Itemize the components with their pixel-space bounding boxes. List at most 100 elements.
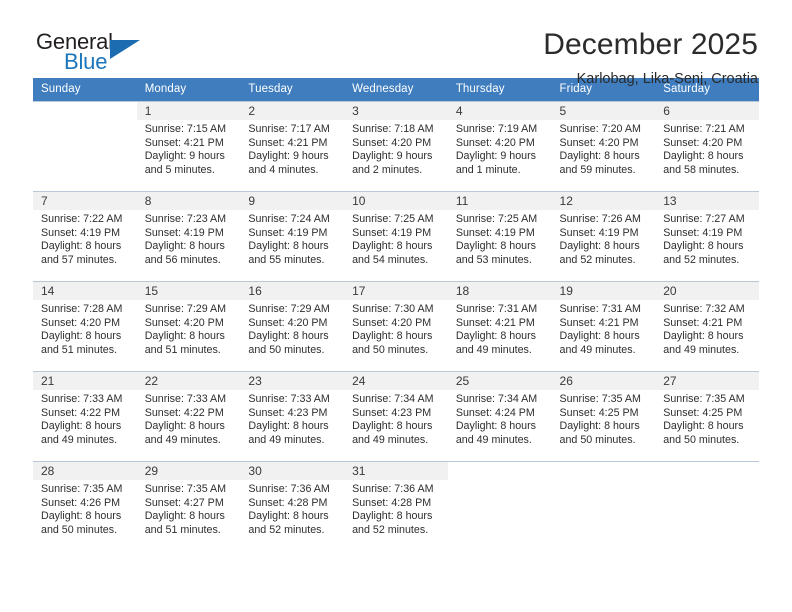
calendar-day-cell[interactable]: 24 Sunrise: 7:34 AM Sunset: 4:23 PM Dayligh… bbox=[344, 371, 448, 462]
daylight-text-line1: Daylight: 8 hours bbox=[144, 240, 225, 253]
daylight-text-line2: and 49 minutes. bbox=[248, 433, 325, 446]
calendar-day-cell[interactable]: 19 Sunrise: 7:31 AM Sunset: 4:21 PM Dayligh… bbox=[551, 281, 656, 372]
day-cell-content: 27 Sunrise: 7:35 AM Sunset: 4:25 PM Dayligh… bbox=[655, 372, 759, 461]
day-number: 28 bbox=[33, 462, 137, 480]
calendar-day-cell[interactable]: 10 Sunrise: 7:25 AM Sunset: 4:19 PM Dayligh… bbox=[344, 191, 448, 282]
sunrise-text: Sunrise: 7:35 AM bbox=[559, 393, 641, 405]
day-number: 21 bbox=[33, 372, 137, 390]
calendar-day-cell[interactable]: 11 Sunrise: 7:25 AM Sunset: 4:19 PM Dayligh… bbox=[447, 191, 552, 282]
calendar-day-cell[interactable]: 22 Sunrise: 7:33 AM Sunset: 4:22 PM Dayligh… bbox=[136, 371, 241, 462]
day-number: 12 bbox=[551, 192, 656, 210]
day-details: Sunrise: 7:33 AM Sunset: 4:22 PM Daylight:… bbox=[137, 390, 241, 447]
daylight-text-line2: and 49 minutes. bbox=[455, 433, 532, 446]
sunrise-text: Sunrise: 7:25 AM bbox=[455, 213, 538, 225]
sunset-text: Sunset: 4:21 PM bbox=[559, 316, 639, 329]
sunset-text: Sunset: 4:22 PM bbox=[144, 406, 224, 419]
weekday-header-monday: Monday bbox=[136, 78, 241, 102]
calendar-day-cell[interactable]: 15 Sunrise: 7:29 AM Sunset: 4:20 PM Dayligh… bbox=[136, 281, 241, 372]
day-details: Sunrise: 7:35 AM Sunset: 4:25 PM Daylight:… bbox=[552, 390, 656, 447]
sunset-text: Sunset: 4:20 PM bbox=[663, 136, 743, 149]
day-number: 23 bbox=[240, 372, 345, 390]
sunrise-text: Sunrise: 7:24 AM bbox=[248, 213, 330, 225]
daylight-text-line2: and 51 minutes. bbox=[144, 343, 221, 356]
calendar-day-cell[interactable]: 1 Sunrise: 7:15 AM Sunset: 4:21 PM Daylight… bbox=[136, 101, 241, 192]
daylight-text-line2: and 49 minutes. bbox=[559, 343, 636, 356]
sunrise-text: Sunrise: 7:19 AM bbox=[455, 123, 538, 135]
calendar-day-cell[interactable]: 3 Sunrise: 7:18 AM Sunset: 4:20 PM Daylight… bbox=[344, 101, 448, 192]
calendar-day-cell[interactable]: 4 Sunrise: 7:19 AM Sunset: 4:20 PM Daylight… bbox=[447, 101, 552, 192]
daylight-text-line1: Daylight: 9 hours bbox=[144, 150, 225, 163]
daylight-text-line2: and 58 minutes. bbox=[663, 163, 740, 176]
day-number: 14 bbox=[33, 282, 137, 300]
sunset-text: Sunset: 4:25 PM bbox=[663, 406, 743, 419]
calendar-day-cell[interactable]: 30 Sunrise: 7:36 AM Sunset: 4:28 PM Dayligh… bbox=[240, 461, 345, 552]
calendar-day-cell[interactable]: 9 Sunrise: 7:24 AM Sunset: 4:19 PM Daylight… bbox=[240, 191, 345, 282]
sunset-text: Sunset: 4:19 PM bbox=[663, 226, 743, 239]
sunrise-text: Sunrise: 7:34 AM bbox=[455, 393, 538, 405]
calendar-day-cell[interactable]: 13 Sunrise: 7:27 AM Sunset: 4:19 PM Dayligh… bbox=[655, 191, 759, 282]
daylight-text-line1: Daylight: 8 hours bbox=[559, 240, 640, 253]
calendar-day-cell[interactable]: 2 Sunrise: 7:17 AM Sunset: 4:21 PM Daylight… bbox=[240, 101, 345, 192]
day-details: Sunrise: 7:27 AM Sunset: 4:19 PM Daylight:… bbox=[655, 210, 759, 267]
calendar-week-row: 21 Sunrise: 7:33 AM Sunset: 4:22 PM Dayligh… bbox=[33, 371, 759, 462]
calendar-day-cell[interactable]: 26 Sunrise: 7:35 AM Sunset: 4:25 PM Dayligh… bbox=[551, 371, 656, 462]
day-cell-content: 14 Sunrise: 7:28 AM Sunset: 4:20 PM Dayligh… bbox=[33, 282, 137, 371]
sunset-text: Sunset: 4:24 PM bbox=[455, 406, 535, 419]
calendar-day-cell[interactable]: 23 Sunrise: 7:33 AM Sunset: 4:23 PM Dayligh… bbox=[240, 371, 345, 462]
calendar-day-cell[interactable]: 6 Sunrise: 7:21 AM Sunset: 4:20 PM Daylight… bbox=[655, 101, 759, 192]
sunrise-text: Sunrise: 7:29 AM bbox=[248, 303, 330, 315]
daylight-text-line2: and 1 minute. bbox=[455, 163, 521, 176]
calendar-day-cell[interactable]: 21 Sunrise: 7:33 AM Sunset: 4:22 PM Dayligh… bbox=[33, 371, 137, 462]
brand-logo[interactable]: General Blue bbox=[36, 28, 156, 76]
calendar-day-cell[interactable]: 14 Sunrise: 7:28 AM Sunset: 4:20 PM Dayligh… bbox=[33, 281, 137, 372]
calendar-day-cell[interactable]: 8 Sunrise: 7:23 AM Sunset: 4:19 PM Daylight… bbox=[136, 191, 241, 282]
calendar-day-cell[interactable]: 5 Sunrise: 7:20 AM Sunset: 4:20 PM Daylight… bbox=[551, 101, 656, 192]
day-details: Sunrise: 7:35 AM Sunset: 4:26 PM Daylight:… bbox=[33, 480, 137, 537]
daylight-text-line1: Daylight: 8 hours bbox=[559, 150, 640, 163]
daylight-text-line1: Daylight: 8 hours bbox=[455, 330, 537, 343]
daylight-text-line2: and 57 minutes. bbox=[41, 253, 118, 266]
day-details: Sunrise: 7:20 AM Sunset: 4:20 PM Daylight:… bbox=[552, 120, 656, 177]
day-number: 1 bbox=[136, 102, 241, 120]
calendar-day-cell[interactable]: 16 Sunrise: 7:29 AM Sunset: 4:20 PM Dayligh… bbox=[240, 281, 345, 372]
day-details: Sunrise: 7:26 AM Sunset: 4:19 PM Daylight:… bbox=[552, 210, 656, 267]
day-details: Sunrise: 7:17 AM Sunset: 4:21 PM Daylight:… bbox=[240, 120, 344, 177]
page-title: December 2025 bbox=[543, 28, 758, 61]
sunrise-text: Sunrise: 7:20 AM bbox=[559, 123, 641, 135]
calendar-week-row: 7 Sunrise: 7:22 AM Sunset: 4:19 PM Daylight… bbox=[33, 191, 759, 282]
sunset-text: Sunset: 4:21 PM bbox=[248, 136, 328, 149]
sunrise-text: Sunrise: 7:28 AM bbox=[41, 303, 123, 315]
sunrise-text: Sunrise: 7:32 AM bbox=[663, 303, 745, 315]
day-number: 15 bbox=[136, 282, 241, 300]
calendar-day-cell[interactable]: 18 Sunrise: 7:31 AM Sunset: 4:21 PM Dayligh… bbox=[447, 281, 552, 372]
calendar-day-cell[interactable]: 12 Sunrise: 7:26 AM Sunset: 4:19 PM Dayligh… bbox=[551, 191, 656, 282]
calendar-day-cell[interactable]: 28 Sunrise: 7:35 AM Sunset: 4:26 PM Dayligh… bbox=[33, 461, 137, 552]
day-details: Sunrise: 7:36 AM Sunset: 4:28 PM Daylight:… bbox=[344, 480, 448, 537]
day-number: 13 bbox=[655, 192, 759, 210]
day-cell-content: 9 Sunrise: 7:24 AM Sunset: 4:19 PM Daylight… bbox=[240, 192, 345, 281]
calendar-body: 1 Sunrise: 7:15 AM Sunset: 4:21 PM Daylight… bbox=[33, 101, 759, 552]
day-details bbox=[655, 480, 759, 483]
calendar-week-row: 28 Sunrise: 7:35 AM Sunset: 4:26 PM Dayligh… bbox=[33, 461, 759, 552]
calendar-day-cell[interactable]: 29 Sunrise: 7:35 AM Sunset: 4:27 PM Dayligh… bbox=[136, 461, 241, 552]
calendar-day-cell[interactable]: 27 Sunrise: 7:35 AM Sunset: 4:25 PM Dayligh… bbox=[655, 371, 759, 462]
daylight-text-line1: Daylight: 8 hours bbox=[144, 330, 225, 343]
sunrise-text: Sunrise: 7:35 AM bbox=[144, 483, 227, 495]
calendar-day-cell[interactable]: 25 Sunrise: 7:34 AM Sunset: 4:24 PM Dayligh… bbox=[447, 371, 552, 462]
calendar-day-cell[interactable]: 7 Sunrise: 7:22 AM Sunset: 4:19 PM Daylight… bbox=[33, 191, 137, 282]
sunrise-text: Sunrise: 7:33 AM bbox=[248, 393, 330, 405]
sunset-text: Sunset: 4:20 PM bbox=[248, 316, 328, 329]
calendar-day-cell[interactable]: 31 Sunrise: 7:36 AM Sunset: 4:28 PM Dayligh… bbox=[344, 461, 448, 552]
day-number bbox=[552, 462, 656, 480]
daylight-text-line1: Daylight: 9 hours bbox=[248, 150, 329, 163]
day-cell-content: 21 Sunrise: 7:33 AM Sunset: 4:22 PM Dayligh… bbox=[33, 372, 137, 461]
sunset-text: Sunset: 4:19 PM bbox=[352, 226, 432, 239]
calendar-day-cell[interactable]: 20 Sunrise: 7:32 AM Sunset: 4:21 PM Dayligh… bbox=[655, 281, 759, 372]
day-details bbox=[448, 480, 552, 483]
calendar-day-cell-empty bbox=[551, 461, 656, 552]
calendar-day-cell[interactable]: 17 Sunrise: 7:30 AM Sunset: 4:20 PM Dayligh… bbox=[344, 281, 448, 372]
daylight-text-line2: and 4 minutes. bbox=[248, 163, 319, 176]
day-details: Sunrise: 7:31 AM Sunset: 4:21 PM Daylight:… bbox=[552, 300, 656, 357]
day-details: Sunrise: 7:33 AM Sunset: 4:23 PM Daylight:… bbox=[240, 390, 344, 447]
daylight-text-line2: and 54 minutes. bbox=[352, 253, 429, 266]
